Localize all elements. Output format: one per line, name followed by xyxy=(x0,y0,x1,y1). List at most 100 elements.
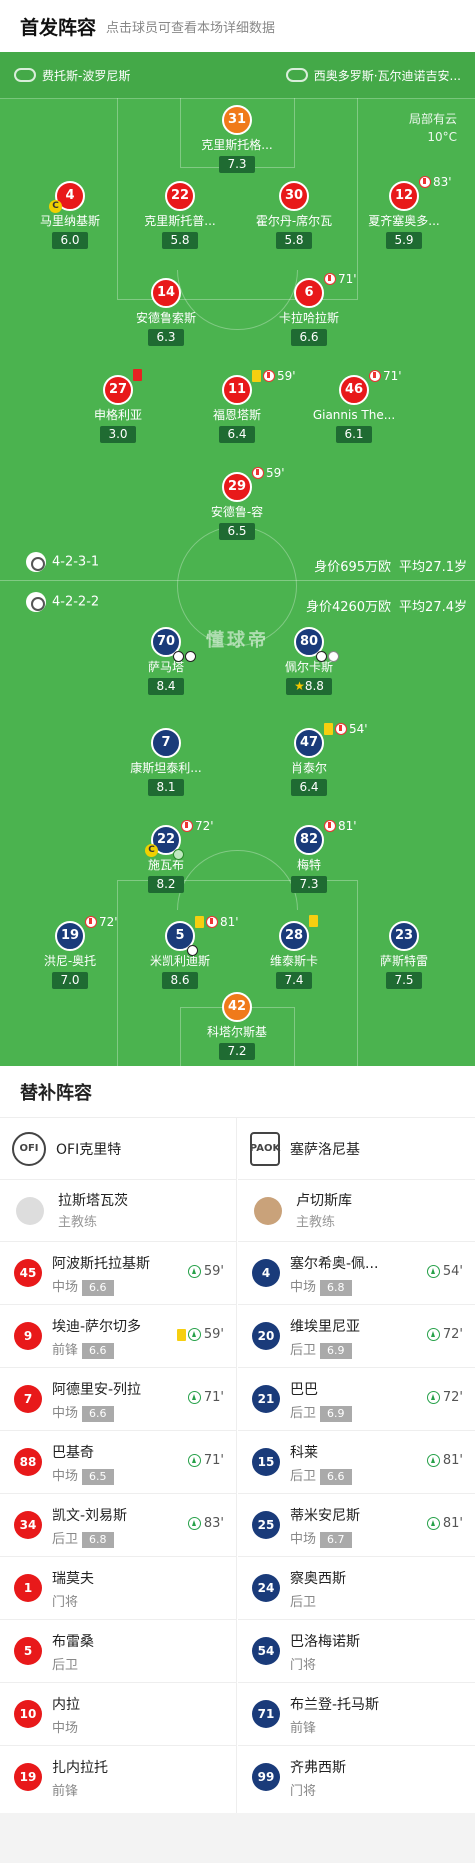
sub-row[interactable]: 71 布兰登-托马斯 前锋 xyxy=(238,1683,475,1746)
player-away-70[interactable]: 70 萨马塔 8.4 xyxy=(111,627,221,695)
home-subs-column: OFI OFI克里特 拉斯塔瓦茨 主教练 45 阿波斯托拉基斯 中场 6.6 59' 9 埃迪… xyxy=(0,1118,237,1843)
player-home-14[interactable]: 14 安德鲁索斯 6.3 xyxy=(111,278,221,346)
substitutes-section: 替补阵容 OFI OFI克里特 拉斯塔瓦茨 主教练 45 阿波斯托拉基斯 中场 6.6 59… xyxy=(0,1066,475,1863)
sub-off-icon xyxy=(324,820,336,832)
sub-row[interactable]: 19 扎内拉托 前锋 xyxy=(0,1746,236,1809)
player-away-47[interactable]: 47 54' 肖泰尔 6.4 xyxy=(254,722,368,796)
sub-off-icon xyxy=(263,370,275,382)
away-coach[interactable]: 卢切斯库 主教练 xyxy=(238,1180,475,1242)
sub-off-icon xyxy=(252,467,264,479)
sub-row[interactable]: 1 瑞莫夫 门将 xyxy=(0,1557,236,1620)
sub-on-icon xyxy=(426,1265,440,1278)
away-subs-column: PAOK 塞萨洛尼基 卢切斯库 主教练 4 塞尔希奥-佩... 中场 6.8 54' 20 维… xyxy=(238,1118,475,1809)
lineup-subtitle: 点击球员可查看本场详细数据 xyxy=(106,20,276,36)
own-goal-icon xyxy=(173,849,184,860)
player-home-22[interactable]: 22 克里斯托普... 5.8 xyxy=(125,181,235,249)
sub-row[interactable]: 10 内拉 中场 xyxy=(0,1683,236,1746)
home-coach[interactable]: 拉斯塔瓦茨 主教练 xyxy=(0,1180,236,1242)
away-team-info: 身价4260万欧 平均27.4岁 xyxy=(305,600,467,615)
weather-temp: 10°C xyxy=(427,130,457,144)
yellow-card-icon xyxy=(324,723,333,735)
sub-row[interactable]: 45 阿波斯托拉基斯 中场 6.6 59' xyxy=(0,1242,236,1305)
player-away-80[interactable]: 80 佩尔卡斯 ★8.8 xyxy=(254,627,364,695)
player-away-42[interactable]: 42 科塔尔斯基 7.2 xyxy=(182,992,292,1060)
sub-row[interactable]: 34 凯文-刘易斯 后卫 6.8 83' xyxy=(0,1494,236,1557)
player-home-4[interactable]: 4 C 马里纳基斯 6.0 xyxy=(15,181,125,249)
player-home-29[interactable]: 29 59' 安德鲁-容 6.5 xyxy=(182,466,292,540)
player-away-19[interactable]: 19 72' 洪尼-奥托 7.0 xyxy=(15,915,125,989)
player-home-27[interactable]: 27 申格利亚 3.0 xyxy=(63,369,173,443)
weather-desc: 局部有云 xyxy=(408,112,457,126)
home-team-info: 身价695万欧 平均27.1岁 xyxy=(314,560,467,575)
sub-row[interactable]: 9 埃迪-萨尔切多 前锋 6.6 59' xyxy=(0,1305,236,1368)
sub-on-icon xyxy=(187,1517,201,1530)
sub-row[interactable]: 24 察奥西斯 后卫 xyxy=(238,1557,475,1620)
whistle-icon xyxy=(14,68,36,82)
weather: 局部有云 10°C xyxy=(409,110,457,146)
captain-icon: C xyxy=(145,844,158,857)
sub-on-icon xyxy=(426,1391,440,1404)
sub-off-icon xyxy=(206,916,218,928)
sub-on-icon xyxy=(426,1454,440,1467)
player-home-6[interactable]: 6 71' 卡拉哈拉斯 6.6 xyxy=(254,272,364,346)
lineup-header: 首发阵容 点击球员可查看本场详细数据 xyxy=(0,0,475,52)
sub-on-icon xyxy=(187,1454,201,1467)
assist-icon xyxy=(328,651,339,662)
away-logo-icon xyxy=(26,592,46,612)
red-card-icon xyxy=(133,369,142,381)
goal-icon xyxy=(187,945,198,956)
sub-on-icon xyxy=(187,1328,201,1341)
goal-icon xyxy=(173,651,184,662)
goal-icon xyxy=(316,651,327,662)
player-home-11[interactable]: 11 59' 福恩塔斯 6.4 xyxy=(182,369,296,443)
sub-off-icon xyxy=(324,273,336,285)
substitutes-title: 替补阵容 xyxy=(0,1066,475,1118)
sub-row[interactable]: 7 阿德里安-列拉 中场 6.6 71' xyxy=(0,1368,236,1431)
footer-space xyxy=(0,1813,475,1863)
player-away-23[interactable]: 23 萨斯特雷 7.5 xyxy=(349,921,459,989)
home-logo-icon xyxy=(26,552,46,572)
player-away-82[interactable]: 82 81' 梅特 7.3 xyxy=(254,819,364,893)
sub-on-icon xyxy=(426,1328,440,1341)
captain-icon: C xyxy=(49,200,62,213)
star-icon: ★ xyxy=(294,679,305,693)
player-home-31[interactable]: 31 克里斯托格... 7.3 xyxy=(182,105,292,173)
away-sub-team[interactable]: PAOK 塞萨洛尼基 xyxy=(238,1118,475,1180)
sub-on-icon xyxy=(426,1517,440,1530)
player-away-5[interactable]: 5 81' 米凯利迪斯 8.6 xyxy=(125,915,239,989)
sub-off-icon xyxy=(85,916,97,928)
home-team-name: 费托斯-波罗尼斯 xyxy=(42,68,131,83)
sub-off-icon xyxy=(181,820,193,832)
sub-row[interactable]: 21 巴巴 后卫 6.9 72' xyxy=(238,1368,475,1431)
yellow-card-icon xyxy=(309,915,318,927)
sub-off-icon xyxy=(419,176,431,188)
home-sub-team[interactable]: OFI OFI克里特 xyxy=(0,1118,236,1180)
player-away-22[interactable]: 22 C 72' 施瓦布 8.2 xyxy=(111,819,221,893)
sub-row[interactable]: 99 齐弗西斯 门将 xyxy=(238,1746,475,1809)
player-home-30[interactable]: 30 霍尔丹-席尔瓦 5.8 xyxy=(239,181,349,249)
yellow-card-icon xyxy=(195,916,204,928)
sub-off-icon xyxy=(369,370,381,382)
home-formation: 4-2-3-1 xyxy=(26,552,99,572)
away-team-name: 西奥多罗斯·瓦尔迪诺吉安... xyxy=(313,68,461,83)
sub-row[interactable]: 4 塞尔希奥-佩... 中场 6.8 54' xyxy=(238,1242,475,1305)
sub-row[interactable]: 54 巴洛梅诺斯 门将 xyxy=(238,1620,475,1683)
sub-row[interactable]: 5 布雷桑 后卫 xyxy=(0,1620,236,1683)
player-away-28[interactable]: 28 维泰斯卡 7.4 xyxy=(239,915,349,989)
sub-row[interactable]: 20 维埃里尼亚 后卫 6.9 72' xyxy=(238,1305,475,1368)
player-home-12[interactable]: 12 83' 夏齐塞奥多... 5.9 xyxy=(349,175,459,249)
team-bar: 费托斯-波罗尼斯 西奥多罗斯·瓦尔迪诺吉安... xyxy=(0,52,475,98)
pitch: 费托斯-波罗尼斯 西奥多罗斯·瓦尔迪诺吉安... 局部有云 10°C 4-2-3… xyxy=(0,52,475,1066)
sub-row[interactable]: 88 巴基奇 中场 6.5 71' xyxy=(0,1431,236,1494)
player-home-46[interactable]: 46 71' Giannis The... 6.1 xyxy=(299,369,409,443)
sub-on-icon xyxy=(187,1265,201,1278)
ofi-logo-icon: OFI xyxy=(12,1131,46,1166)
sub-row[interactable]: 15 科莱 后卫 6.6 81' xyxy=(238,1431,475,1494)
away-formation: 4-2-2-2 xyxy=(26,592,99,612)
yellow-card-icon xyxy=(252,370,261,382)
player-away-7[interactable]: 7 康斯坦泰利... 8.1 xyxy=(111,728,221,796)
paok-logo-icon: PAOK xyxy=(250,1131,280,1166)
sub-row[interactable]: 25 蒂米安尼斯 中场 6.7 81' xyxy=(238,1494,475,1557)
shoe-icon xyxy=(285,68,308,82)
yellow-card-icon xyxy=(177,1329,186,1341)
